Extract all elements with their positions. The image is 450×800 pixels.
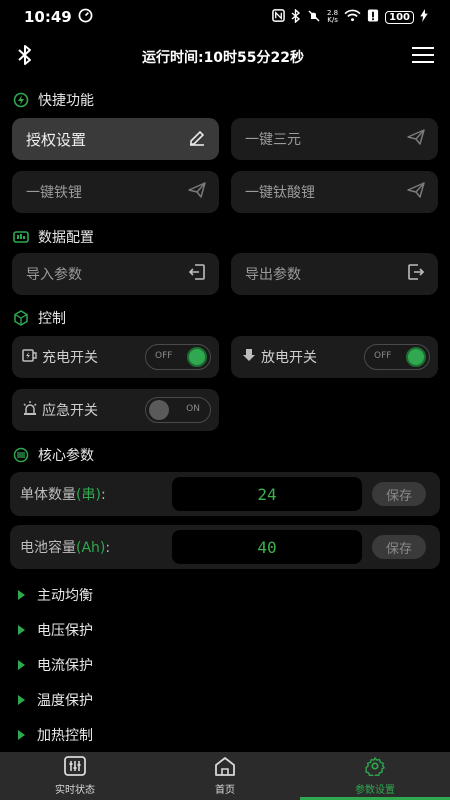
- data-config-section-title: 数据配置: [12, 227, 94, 247]
- quick-section-title: 快捷功能: [12, 90, 94, 110]
- expand-arrow-icon: [18, 695, 25, 705]
- charge-icon: [22, 347, 38, 367]
- nav-realtime-status[interactable]: 实时状态: [0, 752, 150, 800]
- network-speed: 2.8 K/s: [326, 9, 339, 24]
- current-protection-section[interactable]: 电流保护: [18, 655, 93, 675]
- alert-icon: [367, 9, 379, 25]
- core-params-section-title: 核心参数: [12, 445, 94, 465]
- expand-arrow-icon: [18, 730, 25, 740]
- app-header: 运行时间:10时55分22秒: [0, 38, 450, 76]
- emergency-switch-card: 应急开关 ON: [12, 389, 219, 431]
- capacity-row: 电池容量(Ah): 40 保存: [10, 525, 440, 569]
- menu-icon[interactable]: [411, 46, 434, 68]
- temperature-protection-section[interactable]: 温度保护: [18, 690, 93, 710]
- battery-indicator: 100: [385, 10, 414, 24]
- import-params-button[interactable]: 导入参数: [12, 253, 219, 295]
- discharge-switch-card: 放电开关 OFF: [231, 336, 438, 378]
- wifi-icon: [344, 9, 361, 25]
- cell-count-input[interactable]: 24: [172, 477, 362, 511]
- runtime-text: 运行时间:10时55分22秒: [141, 50, 305, 66]
- send-icon: [406, 180, 426, 204]
- voltage-protection-section[interactable]: 电压保护: [18, 620, 93, 640]
- expand-arrow-icon: [18, 625, 25, 635]
- equalizer-icon: [64, 756, 86, 779]
- cell-count-row: 单体数量(串): 24 保存: [10, 472, 440, 516]
- export-params-button[interactable]: 导出参数: [231, 253, 438, 295]
- nfc-icon: [272, 9, 285, 25]
- auth-settings-button[interactable]: 授权设置: [12, 118, 219, 160]
- bluetooth-icon[interactable]: [16, 44, 34, 70]
- data-config-icon: [12, 228, 30, 246]
- import-icon: [187, 262, 207, 286]
- control-icon: [12, 309, 30, 327]
- send-icon: [187, 180, 207, 204]
- charging-icon: [420, 9, 428, 25]
- status-time: 10:49: [24, 8, 72, 26]
- bluetooth-status-icon: [291, 7, 301, 26]
- status-bar: 10:49 2.8 K/s 100: [0, 0, 450, 34]
- capacity-save-button[interactable]: 保存: [372, 535, 426, 559]
- home-icon: [214, 756, 236, 779]
- send-icon: [406, 127, 426, 151]
- control-section-title: 控制: [12, 308, 66, 328]
- cell-count-save-button[interactable]: 保存: [372, 482, 426, 506]
- charge-switch-card: 充电开关 OFF: [12, 336, 219, 378]
- speed-icon: [78, 8, 93, 27]
- charge-switch[interactable]: OFF: [145, 344, 211, 370]
- alarm-icon: [22, 400, 38, 420]
- discharge-switch[interactable]: OFF: [364, 344, 430, 370]
- capacity-input[interactable]: 40: [172, 530, 362, 564]
- active-balance-section[interactable]: 主动均衡: [18, 585, 93, 605]
- one-key-ternary-button[interactable]: 一键三元: [231, 118, 438, 160]
- heating-control-section[interactable]: 加热控制: [18, 725, 93, 745]
- expand-arrow-icon: [18, 660, 25, 670]
- nav-param-settings[interactable]: 参数设置: [300, 752, 450, 800]
- bottom-nav: 实时状态 首页 参数设置: [0, 752, 450, 800]
- discharge-icon: [241, 347, 257, 367]
- gear-icon: [364, 756, 386, 779]
- core-params-icon: [12, 446, 30, 464]
- one-key-lfp-button[interactable]: 一键铁锂: [12, 171, 219, 213]
- status-icons: 2.8 K/s 100: [272, 7, 428, 26]
- emergency-switch[interactable]: ON: [145, 397, 211, 423]
- edit-icon: [187, 127, 207, 151]
- nav-home[interactable]: 首页: [150, 752, 300, 800]
- quick-function-icon: [12, 91, 30, 109]
- one-key-lto-button[interactable]: 一键钛酸锂: [231, 171, 438, 213]
- expand-arrow-icon: [18, 590, 25, 600]
- export-icon: [406, 262, 426, 286]
- mute-icon: [307, 9, 321, 26]
